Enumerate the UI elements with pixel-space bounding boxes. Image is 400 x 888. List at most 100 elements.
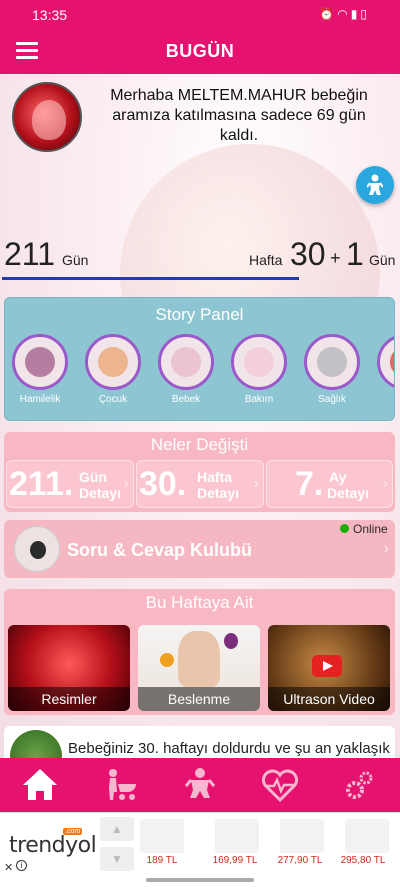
- story-panel: Story Panel Hamilelik Çocuk Bebek Bakım …: [4, 297, 395, 421]
- tile-line2: Detayı: [79, 485, 122, 501]
- ad-up-arrow-icon[interactable]: ▲: [100, 817, 134, 841]
- baby-icon: [367, 174, 383, 195]
- ad-price: 277,90 TL: [277, 855, 323, 866]
- system-icons: ⏰◠▮▯: [319, 7, 370, 21]
- story-label: Hamilelik: [19, 394, 61, 405]
- week-label: Hafta: [249, 252, 283, 268]
- tile-value: 7.: [295, 465, 324, 503]
- ad-product-image[interactable]: [140, 819, 184, 853]
- story-thumbnail: [377, 334, 394, 390]
- heartbeat-icon: [262, 769, 298, 803]
- week-day-count: 1: [346, 236, 364, 272]
- play-icon: [312, 655, 342, 677]
- nutrition-card[interactable]: Beslenme: [138, 625, 260, 711]
- story-item-more[interactable]: [373, 334, 394, 390]
- week-day-label: Gün: [369, 252, 396, 268]
- status-time: 13:35: [32, 7, 68, 23]
- story-thumbnail: [304, 334, 360, 390]
- ad-price: 295,80 TL: [340, 855, 386, 866]
- baby-icon: [184, 768, 216, 798]
- weekly-info-text: Bebeğiniz 30. haftayı doldurdu ve şu an …: [68, 740, 390, 757]
- online-status: Online: [353, 522, 388, 536]
- app-bar: BUGÜN: [0, 30, 400, 74]
- month-detail-tile[interactable]: 7. Ay Detayı ›: [266, 460, 393, 508]
- baby-fab-button[interactable]: [356, 166, 394, 204]
- gesture-bar: [146, 878, 254, 882]
- welcome-message: Merhaba MELTEM.MAHUR bebeğin aramıza kat…: [110, 87, 368, 144]
- wifi-icon: ◠: [337, 7, 351, 21]
- tile-line2: Detayı: [327, 485, 370, 501]
- pictures-card[interactable]: Resimler: [8, 625, 130, 711]
- week-detail-tile[interactable]: 30. Hafta Detayı ›: [136, 460, 264, 508]
- week-count: 30: [290, 236, 326, 272]
- progress-fill: [2, 277, 299, 280]
- tile-value: 30.: [139, 465, 187, 503]
- tile-line1: Hafta: [197, 469, 233, 485]
- card-label: Resimler: [8, 687, 130, 711]
- chevron-right-icon: ›: [382, 475, 388, 492]
- story-label: Bebek: [171, 394, 201, 405]
- card-label: Ultrason Video: [268, 687, 390, 711]
- story-label: Bakım: [244, 394, 274, 405]
- ad-brand-suffix: .com: [63, 828, 83, 835]
- nav-baby[interactable]: [160, 758, 240, 812]
- chevron-right-icon: ›: [253, 475, 259, 492]
- story-label: Çocuk: [98, 394, 128, 405]
- signal-icon: ▮: [350, 7, 361, 21]
- nav-home[interactable]: [0, 758, 80, 812]
- battery-icon: ▯: [360, 7, 370, 21]
- qa-club-card[interactable]: Soru & Cevap Kulubü Online ›: [4, 520, 395, 578]
- page-title: BUGÜN: [165, 41, 235, 61]
- nav-stroller[interactable]: [80, 758, 160, 812]
- qa-title: Soru & Cevap Kulubü: [67, 540, 253, 560]
- story-label: Sağlık: [318, 394, 346, 405]
- this-week-panel: Bu Haftaya Ait Resimler Beslenme Ultraso…: [4, 589, 395, 715]
- story-item-bebek[interactable]: Bebek: [154, 334, 218, 405]
- alarm-icon: ⏰: [319, 7, 338, 21]
- days-count: 211: [4, 236, 56, 272]
- nav-settings[interactable]: [320, 758, 400, 812]
- fetus-avatar: [12, 82, 82, 152]
- ad-banner[interactable]: trendyol .com ✕ i ▲ ▼ 189 TL 169,99 TL 2…: [0, 812, 400, 888]
- ad-product-image[interactable]: [280, 819, 324, 853]
- changes-panel: Neler Değişti 211. Gün Detayı › 30. Haft…: [4, 432, 395, 512]
- ad-price: 169,99 TL: [212, 855, 258, 866]
- tile-line1: Ay: [329, 469, 347, 485]
- pregnancy-progress-bar: [2, 277, 398, 280]
- nav-health[interactable]: [240, 758, 320, 812]
- bottom-nav: [0, 758, 400, 812]
- changes-title: Neler Değişti: [150, 435, 249, 454]
- ad-down-arrow-icon[interactable]: ▼: [100, 847, 134, 871]
- card-label: Beslenme: [138, 687, 260, 711]
- ad-price: 189 TL: [146, 855, 178, 866]
- week-plus: +: [330, 248, 341, 268]
- stroller-icon: [109, 769, 136, 800]
- online-dot-icon: [340, 524, 349, 533]
- ultrasound-video-card[interactable]: Ultrason Video: [268, 625, 390, 711]
- day-detail-tile[interactable]: 211. Gün Detayı ›: [6, 460, 134, 508]
- tile-line1: Gün: [79, 469, 107, 485]
- story-item-saglik[interactable]: Sağlık: [300, 334, 364, 405]
- story-thumbnail: [231, 334, 287, 390]
- story-thumbnail: [85, 334, 141, 390]
- gears-icon: [346, 771, 373, 799]
- this-week-title: Bu Haftaya Ait: [145, 593, 254, 612]
- ad-brand-logo: trendyol: [9, 833, 97, 858]
- tile-line2: Detayı: [197, 485, 240, 501]
- ad-product-image[interactable]: [215, 819, 259, 853]
- story-item-hamilelik[interactable]: Hamilelik: [8, 334, 72, 405]
- story-item-bakim[interactable]: Bakım: [227, 334, 291, 405]
- ad-product-image[interactable]: [345, 819, 389, 853]
- story-thumbnail: [12, 334, 68, 390]
- story-item-cocuk[interactable]: Çocuk: [81, 334, 145, 405]
- status-bar: 13:35 ⏰◠▮▯: [0, 0, 400, 30]
- ad-close-icon[interactable]: ✕: [4, 861, 13, 874]
- chevron-right-icon: ›: [123, 475, 129, 492]
- days-label: Gün: [62, 252, 89, 268]
- qa-avatar: [14, 526, 60, 572]
- tile-value: 211.: [9, 465, 74, 503]
- chevron-right-icon: ›: [383, 540, 389, 557]
- story-thumbnail: [158, 334, 214, 390]
- ad-info-icon[interactable]: i: [16, 860, 27, 871]
- story-panel-title: Story Panel: [155, 305, 244, 324]
